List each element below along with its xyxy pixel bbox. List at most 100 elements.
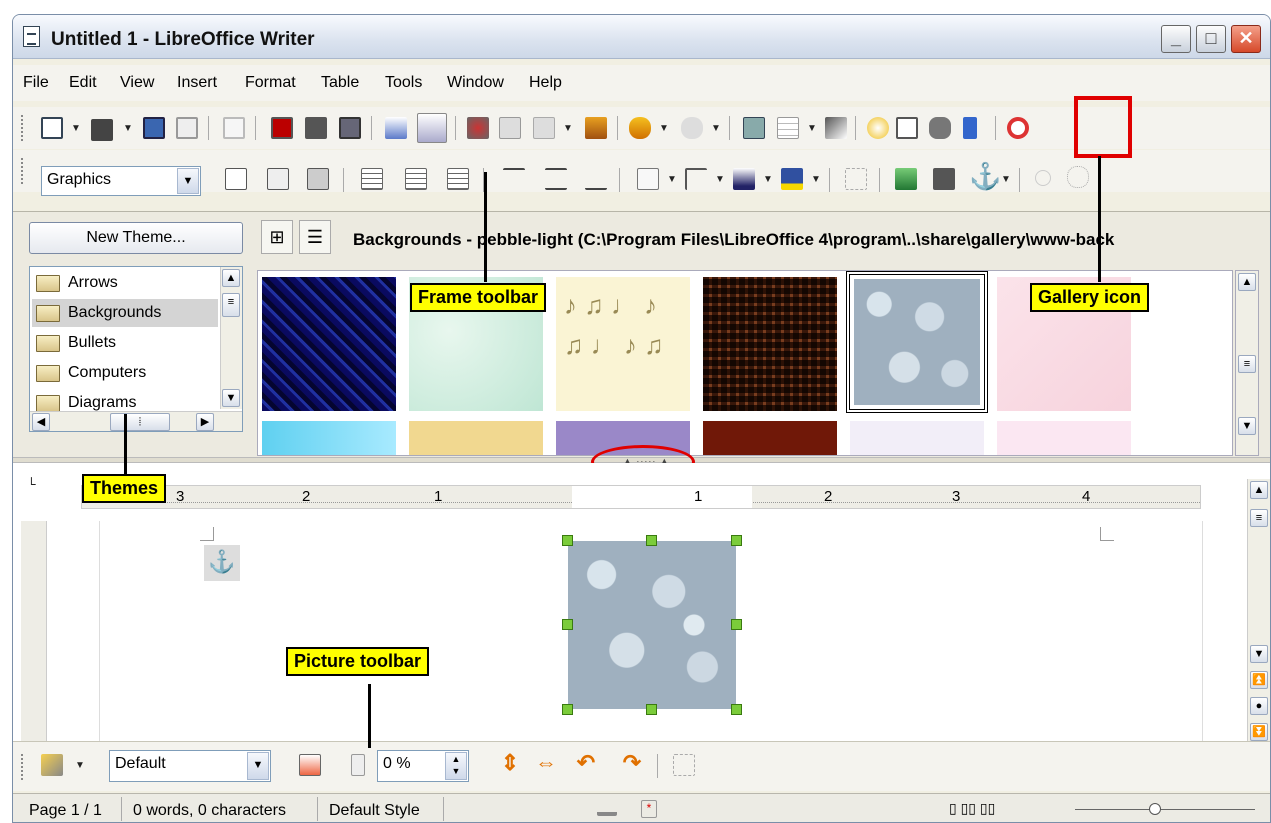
table-icon[interactable] — [777, 117, 799, 139]
themes-horizontal-scrollbar[interactable]: ◀ ⦙ ▶ — [30, 411, 242, 431]
menu-file[interactable]: File — [23, 74, 49, 92]
line-style-dropdown-icon[interactable]: ▼ — [715, 174, 725, 185]
document-vertical-scrollbar[interactable]: ▲ ≡ ▼ ⏫ ● ⏬ — [1247, 479, 1270, 751]
menu-edit[interactable]: Edit — [69, 74, 97, 92]
themes-vertical-scrollbar[interactable]: ▲ ≡ ▼ — [220, 267, 242, 409]
clone-formatting-icon[interactable] — [585, 117, 607, 139]
navigation-icon[interactable]: ● — [1250, 697, 1268, 715]
scroll-thumb[interactable]: ≡ — [1250, 509, 1268, 527]
redo-icon[interactable] — [681, 117, 703, 139]
help-icon[interactable] — [1007, 117, 1029, 139]
object-properties-icon[interactable] — [1035, 170, 1051, 186]
menu-tools[interactable]: Tools — [385, 74, 422, 92]
export-pdf-icon[interactable] — [271, 117, 293, 139]
spin-arrows-icon[interactable]: ▲ ▼ — [445, 752, 467, 780]
line-style-icon[interactable] — [685, 168, 707, 190]
selection-handle[interactable] — [562, 535, 573, 546]
chevron-down-icon[interactable]: ▼ — [177, 168, 199, 194]
close-button[interactable]: ✕ — [1231, 25, 1261, 53]
filter-icon[interactable] — [41, 754, 63, 776]
bring-to-front-icon[interactable] — [895, 168, 917, 190]
theme-arrows[interactable]: Arrows — [32, 269, 218, 297]
new-theme-button[interactable]: New Theme... — [29, 222, 243, 254]
filter-dropdown-icon[interactable]: ▼ — [75, 760, 85, 771]
transparency-spinbox[interactable]: 0 % ▲ ▼ — [377, 750, 469, 782]
scroll-thumb[interactable]: ≡ — [1238, 355, 1256, 373]
scroll-down-icon[interactable]: ▼ — [1238, 417, 1256, 435]
scroll-left-icon[interactable]: ◀ — [32, 413, 50, 431]
new-dropdown-icon[interactable]: ▼ — [71, 123, 81, 134]
align-right-icon[interactable] — [447, 168, 469, 190]
page-wrap-icon[interactable] — [267, 168, 289, 190]
minimize-button[interactable]: _ — [1161, 25, 1191, 53]
thumb-music-notes[interactable]: ♪ ♫ ♩ ♪ ♫ ♩ ♪ ♫ — [556, 277, 690, 411]
flip-vertical-icon[interactable]: ⇕ — [499, 752, 521, 774]
menu-window[interactable]: Window — [447, 74, 504, 92]
thumb-water[interactable] — [262, 421, 396, 455]
rotate-right-icon[interactable]: ↷ — [621, 752, 643, 774]
next-page-icon[interactable]: ⏬ — [1250, 723, 1268, 741]
selection-handle[interactable] — [562, 704, 573, 715]
page[interactable]: ⚓ — [99, 521, 1203, 753]
inserted-picture[interactable] — [568, 541, 736, 709]
toolbar-grip[interactable] — [21, 754, 24, 780]
selection-mode-icon[interactable] — [597, 800, 617, 816]
document-modified-icon[interactable]: * — [641, 800, 657, 818]
borders-dropdown-icon[interactable]: ▼ — [667, 174, 677, 185]
anchor-dropdown-icon[interactable]: ▼ — [1001, 174, 1011, 185]
toolbar-grip[interactable] — [21, 115, 24, 141]
undo-dropdown-icon[interactable]: ▼ — [659, 123, 669, 134]
borders-icon[interactable] — [637, 168, 659, 190]
autospellcheck-icon[interactable] — [417, 113, 447, 143]
wrap-off-icon[interactable] — [225, 168, 247, 190]
hscroll-thumb[interactable]: ⦙ — [110, 413, 170, 431]
chevron-down-icon[interactable]: ▼ — [247, 752, 269, 780]
detailed-view-button[interactable]: ☰ — [299, 220, 331, 254]
navigator-icon[interactable] — [867, 117, 889, 139]
selection-handle[interactable] — [731, 704, 742, 715]
align-center-icon[interactable] — [405, 168, 427, 190]
selection-handle[interactable] — [646, 535, 657, 546]
color-icon[interactable] — [299, 754, 321, 776]
thumb-sand[interactable] — [409, 421, 543, 455]
menu-insert[interactable]: Insert — [177, 74, 217, 92]
toolbar-grip[interactable] — [21, 158, 24, 184]
thumb-weave[interactable] — [703, 277, 837, 411]
theme-bullets[interactable]: Bullets — [32, 329, 218, 357]
page-count[interactable]: Page 1 / 1 — [29, 802, 102, 820]
border-color-dropdown-icon[interactable]: ▼ — [763, 174, 773, 185]
graphics-mode-combobox[interactable]: Default ▼ — [109, 750, 271, 782]
table-dropdown-icon[interactable]: ▼ — [807, 123, 817, 134]
theme-backgrounds[interactable]: Backgrounds — [32, 299, 218, 327]
cut-icon[interactable] — [467, 117, 489, 139]
edit-file-icon[interactable] — [223, 117, 245, 139]
icon-view-button[interactable]: ⊞ — [261, 220, 293, 254]
align-top-icon[interactable] — [503, 168, 525, 190]
undo-icon[interactable] — [629, 117, 651, 139]
align-left-icon[interactable] — [361, 168, 383, 190]
background-color-dropdown-icon[interactable]: ▼ — [811, 174, 821, 185]
previous-page-icon[interactable]: ⏫ — [1250, 671, 1268, 689]
selection-handle[interactable] — [646, 704, 657, 715]
templates-dropdown-icon[interactable]: ▼ — [123, 123, 133, 134]
menu-table[interactable]: Table — [321, 74, 359, 92]
print-preview-icon[interactable] — [339, 117, 361, 139]
zoom-slider-thumb[interactable] — [1149, 803, 1161, 815]
thumb-rainbow[interactable] — [997, 421, 1131, 455]
selection-handle[interactable] — [731, 535, 742, 546]
menu-help[interactable]: Help — [529, 74, 562, 92]
picture-properties-icon[interactable] — [673, 754, 695, 776]
rotate-left-icon[interactable]: ↶ — [575, 752, 597, 774]
templates-icon[interactable] — [91, 119, 113, 141]
scroll-down-icon[interactable]: ▼ — [222, 389, 240, 407]
copy-icon[interactable] — [499, 117, 521, 139]
spellcheck-icon[interactable] — [385, 117, 407, 139]
transparency-icon[interactable] — [351, 754, 365, 776]
thumb-circles[interactable] — [850, 421, 984, 455]
selection-handle[interactable] — [562, 619, 573, 630]
anchor-icon[interactable]: ⚓ — [204, 545, 240, 581]
tab-stop-icon[interactable]: └ — [27, 477, 36, 491]
anchor-icon[interactable]: ⚓ — [969, 163, 1001, 189]
formatting-marks-icon[interactable] — [963, 117, 977, 139]
page-style[interactable]: Default Style — [329, 802, 420, 820]
